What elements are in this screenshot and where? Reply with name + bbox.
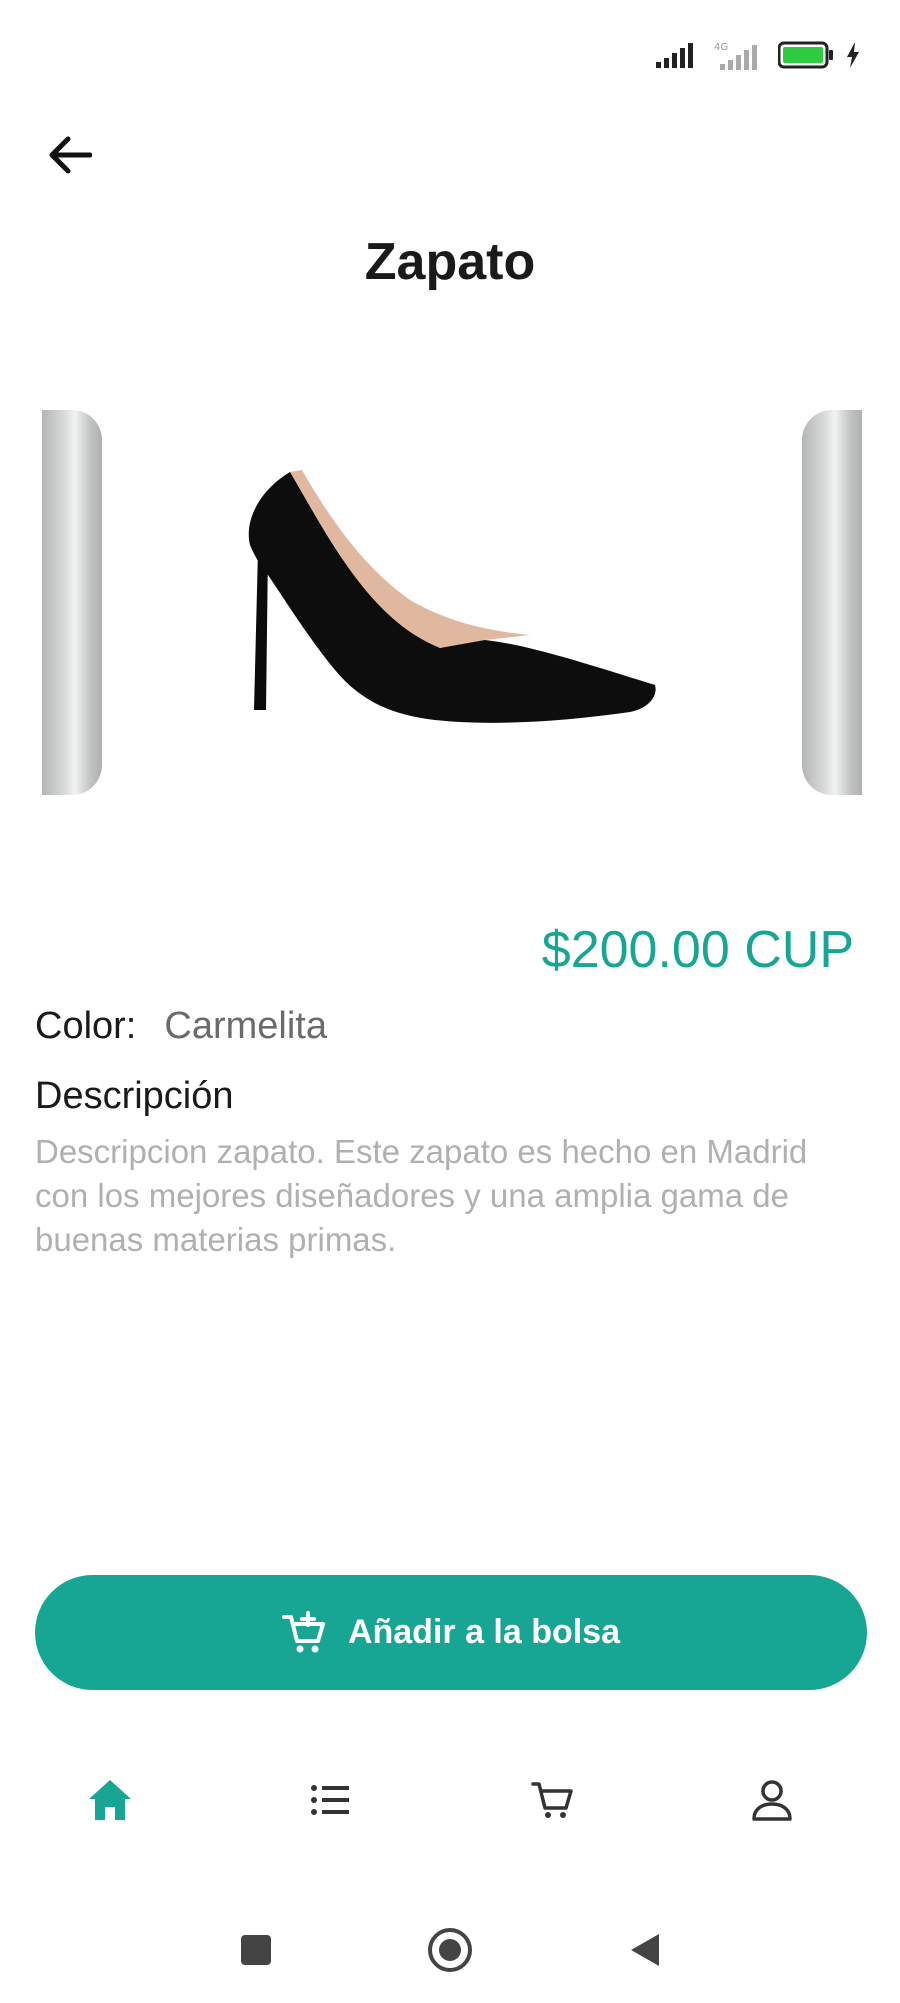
color-label: Color:	[35, 1005, 137, 1047]
signal-secondary-icon: 4G	[714, 42, 757, 70]
color-row: Color: Carmelita	[35, 1005, 327, 1048]
product-image-carousel[interactable]	[0, 410, 900, 795]
triangle-back-icon	[631, 1934, 659, 1966]
nav-list[interactable]	[295, 1765, 365, 1835]
charging-icon	[847, 42, 859, 68]
product-price: $200.00 CUP	[541, 921, 854, 979]
description-title: Descripción	[35, 1075, 234, 1117]
home-system-button[interactable]	[420, 1920, 480, 1980]
circle-icon	[428, 1928, 472, 1972]
svg-text:4G: 4G	[714, 42, 728, 53]
color-value: Carmelita	[164, 1005, 327, 1047]
product-image	[248, 470, 656, 723]
bottom-navigation	[0, 1765, 900, 1835]
add-to-bag-label: Añadir a la bolsa	[347, 1613, 621, 1651]
cart-icon	[531, 1782, 573, 1818]
nav-cart[interactable]	[517, 1765, 587, 1835]
description-text: Descripcion zapato. Este zapato es hecho…	[35, 1133, 808, 1258]
system-navigation-bar	[0, 1920, 900, 1980]
add-to-cart-icon	[281, 1610, 325, 1652]
signal-icon	[656, 43, 693, 68]
list-icon	[311, 1785, 349, 1815]
next-image-preview[interactable]	[802, 410, 862, 795]
home-icon	[89, 1780, 131, 1820]
nav-home[interactable]	[75, 1765, 145, 1835]
status-bar: 4G	[656, 30, 860, 80]
user-icon	[752, 1780, 792, 1821]
recent-apps-button[interactable]	[226, 1920, 286, 1980]
back-system-button[interactable]	[615, 1920, 675, 1980]
page-title: Zapato	[364, 233, 536, 291]
back-button[interactable]	[40, 125, 100, 185]
add-to-bag-button[interactable]: Añadir a la bolsa	[35, 1575, 867, 1690]
battery-icon	[778, 41, 833, 69]
square-icon	[241, 1935, 271, 1965]
arrow-left-icon	[49, 136, 92, 174]
nav-profile[interactable]	[737, 1765, 807, 1835]
previous-image-preview[interactable]	[42, 410, 102, 795]
